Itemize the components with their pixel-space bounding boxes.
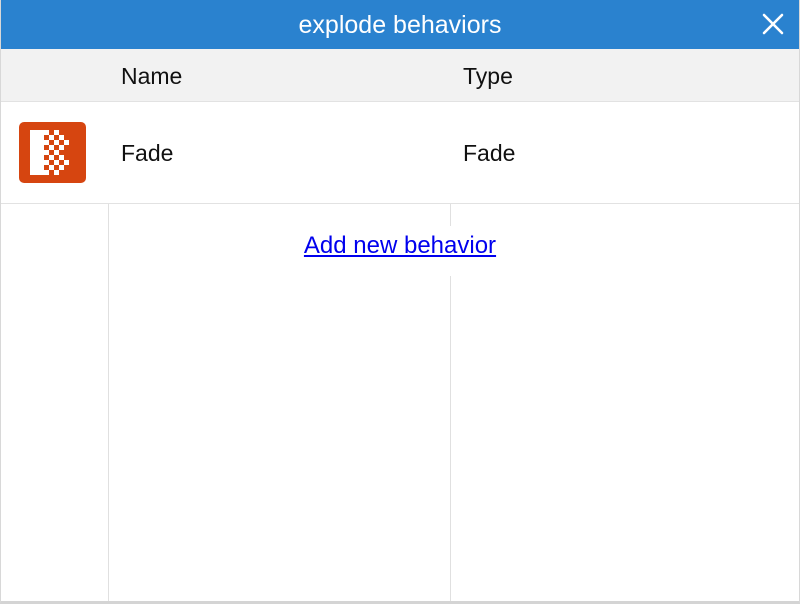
column-header-name[interactable]: Name: [121, 49, 182, 102]
dialog-title: explode behaviors: [298, 11, 502, 39]
column-header-type[interactable]: Type: [463, 49, 513, 102]
close-icon[interactable]: [761, 12, 785, 36]
table-row[interactable]: Fade Fade: [1, 102, 799, 204]
behaviors-dialog: explode behaviors Name Type Fade Fade Ad…: [0, 0, 800, 604]
table-header: Name Type: [1, 49, 799, 102]
behavior-name: Fade: [121, 140, 174, 166]
add-new-behavior-link[interactable]: Add new behavior: [271, 226, 529, 276]
behavior-type: Fade: [463, 140, 516, 166]
fade-behavior-icon: [19, 122, 86, 183]
title-bar: explode behaviors: [1, 0, 799, 49]
